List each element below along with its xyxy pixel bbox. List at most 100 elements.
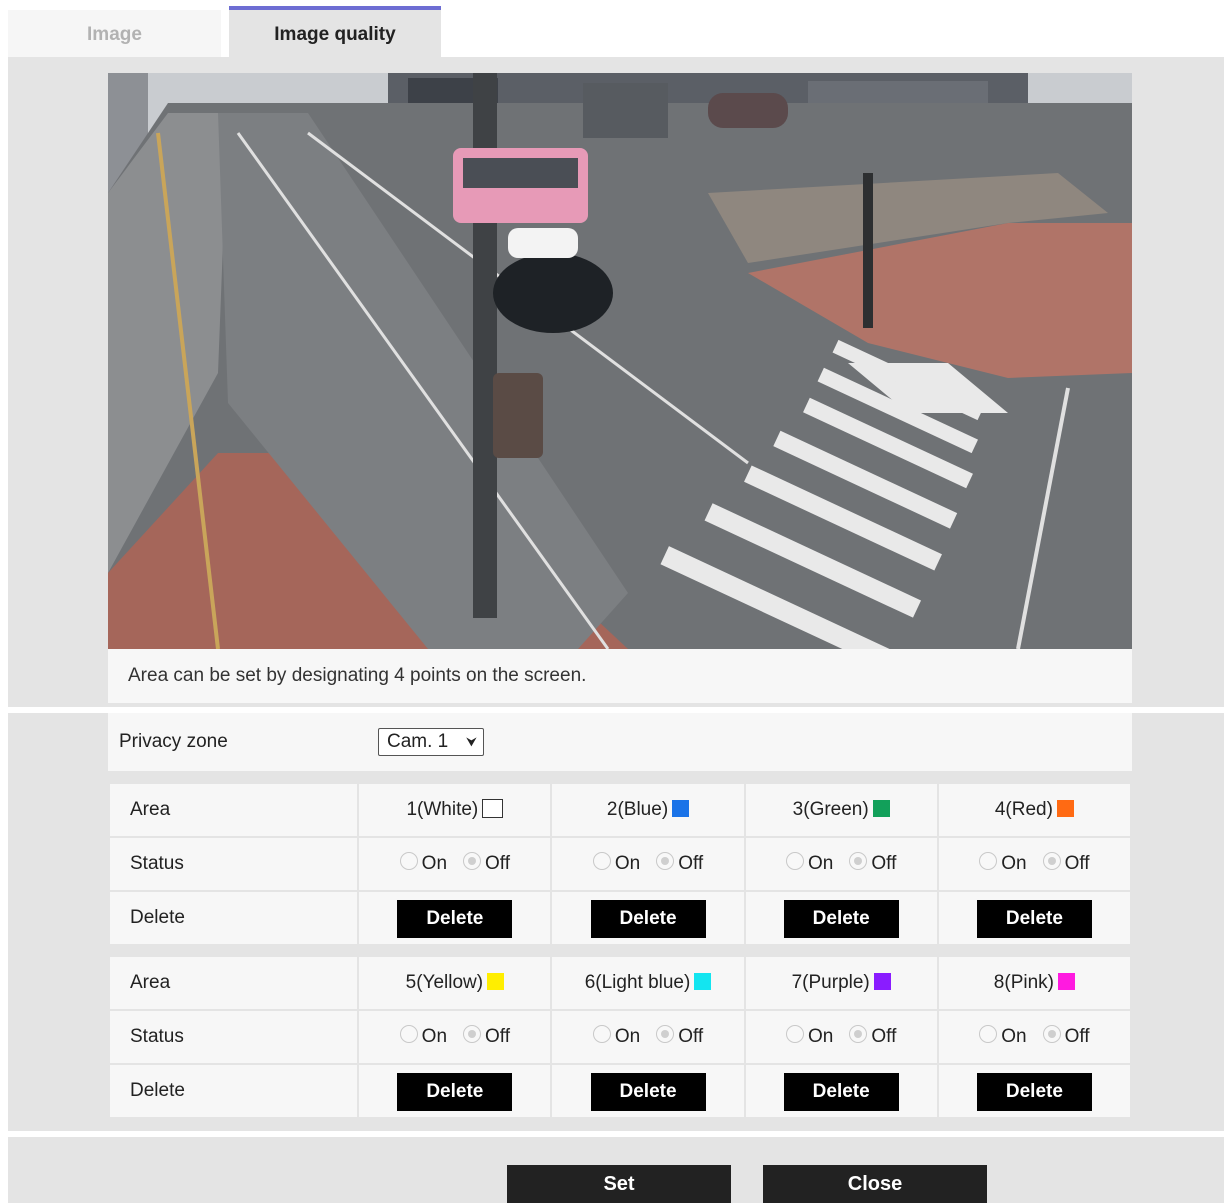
radio-off-label: Off bbox=[1064, 1025, 1090, 1047]
radio-on-label: On bbox=[421, 852, 448, 874]
status-1: On Off bbox=[357, 836, 553, 892]
area-4: 4(Red) bbox=[936, 782, 1133, 838]
area-name: 6(Light blue) bbox=[584, 972, 691, 993]
area-name: 7(Purple) bbox=[791, 972, 870, 993]
radio-on-label: On bbox=[1001, 852, 1027, 874]
camera-select-value: Cam. 1 bbox=[387, 731, 449, 752]
privacy-zone-label: Privacy zone bbox=[119, 731, 228, 752]
delete-button-8[interactable]: Delete bbox=[976, 1072, 1092, 1111]
status-label: Status bbox=[107, 1009, 360, 1065]
privacy-zone-row: Privacy zone Cam. 1 ⮟ bbox=[108, 713, 1132, 771]
color-swatch bbox=[872, 800, 890, 817]
delete-cell-6: Delete bbox=[550, 1063, 746, 1119]
radio-off[interactable] bbox=[1042, 851, 1061, 870]
delete-cell-7: Delete bbox=[743, 1063, 939, 1119]
delete-button-3[interactable]: Delete bbox=[783, 899, 899, 938]
area-name: 2(Blue) bbox=[606, 799, 669, 820]
tab-bar: Image Image quality bbox=[8, 6, 1224, 59]
area-5: 5(Yellow) bbox=[357, 955, 553, 1011]
radio-off[interactable] bbox=[463, 851, 482, 870]
radio-off-label: Off bbox=[1064, 852, 1090, 874]
table-row-status: Status On Off On Off On Off On Off bbox=[107, 1009, 1133, 1065]
status-label: Status bbox=[107, 836, 360, 892]
radio-on[interactable] bbox=[399, 1024, 418, 1043]
radio-on-label: On bbox=[808, 1025, 834, 1047]
delete-button-1[interactable]: Delete bbox=[397, 899, 513, 938]
radio-off[interactable] bbox=[463, 1024, 482, 1043]
status-8: On Off bbox=[936, 1009, 1133, 1065]
area-name: 1(White) bbox=[406, 799, 479, 820]
delete-label: Delete bbox=[107, 890, 360, 946]
area-7: 7(Purple) bbox=[743, 955, 939, 1011]
radio-off[interactable] bbox=[849, 1024, 868, 1043]
radio-on[interactable] bbox=[979, 1024, 998, 1043]
radio-on-label: On bbox=[421, 1025, 448, 1047]
color-swatch bbox=[1056, 800, 1074, 817]
area-name: 8(Pink) bbox=[993, 972, 1054, 993]
set-button[interactable]: Set bbox=[507, 1165, 731, 1203]
radio-off[interactable] bbox=[656, 851, 675, 870]
delete-cell-4: Delete bbox=[936, 890, 1133, 946]
tab-image[interactable]: Image bbox=[8, 10, 221, 59]
area-6: 6(Light blue) bbox=[550, 955, 746, 1011]
radio-on[interactable] bbox=[592, 851, 611, 870]
status-4: On Off bbox=[936, 836, 1133, 892]
status-3: On Off bbox=[743, 836, 939, 892]
color-swatch bbox=[672, 800, 690, 817]
area-label: Area bbox=[107, 782, 360, 838]
street-scene-image bbox=[108, 73, 1132, 649]
radio-on[interactable] bbox=[592, 1024, 611, 1043]
area-name: 5(Yellow) bbox=[405, 972, 484, 993]
table-row-area: Area 1(White) 2(Blue) 3(Green) 4(Red) bbox=[107, 782, 1133, 838]
area-name: 3(Green) bbox=[792, 799, 869, 820]
radio-off-label: Off bbox=[871, 1025, 897, 1047]
radio-off-label: Off bbox=[678, 852, 704, 874]
table-row-delete: Delete Delete Delete Delete Delete bbox=[107, 1063, 1133, 1119]
delete-button-6[interactable]: Delete bbox=[590, 1072, 706, 1111]
radio-off-label: Off bbox=[485, 852, 511, 874]
radio-off-label: Off bbox=[871, 852, 897, 874]
area-3: 3(Green) bbox=[743, 782, 939, 838]
delete-button-5[interactable]: Delete bbox=[397, 1072, 513, 1111]
color-swatch bbox=[482, 799, 504, 818]
status-6: On Off bbox=[550, 1009, 746, 1065]
delete-button-7[interactable]: Delete bbox=[783, 1072, 899, 1111]
radio-on-label: On bbox=[614, 852, 641, 874]
tab-image-quality[interactable]: Image quality bbox=[229, 6, 441, 59]
delete-button-2[interactable]: Delete bbox=[590, 899, 706, 938]
camera-view[interactable] bbox=[108, 73, 1132, 649]
privacy-zone-panel: Privacy zone Cam. 1 ⮟ Area 1(White) 2(Bl… bbox=[8, 713, 1224, 1131]
radio-off[interactable] bbox=[1042, 1024, 1061, 1043]
color-swatch bbox=[487, 973, 505, 990]
delete-button-4[interactable]: Delete bbox=[976, 899, 1092, 938]
delete-cell-2: Delete bbox=[550, 890, 746, 946]
area-label: Area bbox=[107, 955, 360, 1011]
radio-on-label: On bbox=[808, 852, 834, 874]
close-button[interactable]: Close bbox=[763, 1165, 987, 1203]
table-row-area: Area 5(Yellow) 6(Light blue) 7(Purple) 8… bbox=[107, 955, 1133, 1011]
radio-on[interactable] bbox=[786, 851, 805, 870]
radio-on[interactable] bbox=[399, 851, 418, 870]
radio-off-label: Off bbox=[678, 1025, 704, 1047]
camera-caption: Area can be set by designating 4 points … bbox=[108, 649, 1132, 703]
camera-select[interactable]: Cam. 1 ⮟ bbox=[378, 728, 484, 756]
radio-off[interactable] bbox=[849, 851, 868, 870]
status-2: On Off bbox=[550, 836, 746, 892]
delete-cell-1: Delete bbox=[357, 890, 553, 946]
delete-label: Delete bbox=[107, 1063, 360, 1119]
delete-cell-8: Delete bbox=[936, 1063, 1133, 1119]
camera-panel: Area can be set by designating 4 points … bbox=[8, 57, 1224, 707]
radio-on-label: On bbox=[1001, 1025, 1027, 1047]
table-row-delete: Delete Delete Delete Delete Delete bbox=[107, 890, 1133, 946]
table-row-status: Status On Off On Off On Off On Off bbox=[107, 836, 1133, 892]
radio-on[interactable] bbox=[786, 1024, 805, 1043]
radio-off-label: Off bbox=[485, 1025, 511, 1047]
radio-off[interactable] bbox=[656, 1024, 675, 1043]
chevron-down-icon: ⮟ bbox=[465, 734, 477, 749]
delete-cell-5: Delete bbox=[357, 1063, 553, 1119]
delete-cell-3: Delete bbox=[743, 890, 939, 946]
radio-on[interactable] bbox=[979, 851, 998, 870]
zone-table-1-4: Area 1(White) 2(Blue) 3(Green) 4(Red) St… bbox=[107, 782, 1133, 946]
area-1: 1(White) bbox=[357, 782, 553, 838]
color-swatch bbox=[694, 973, 712, 990]
